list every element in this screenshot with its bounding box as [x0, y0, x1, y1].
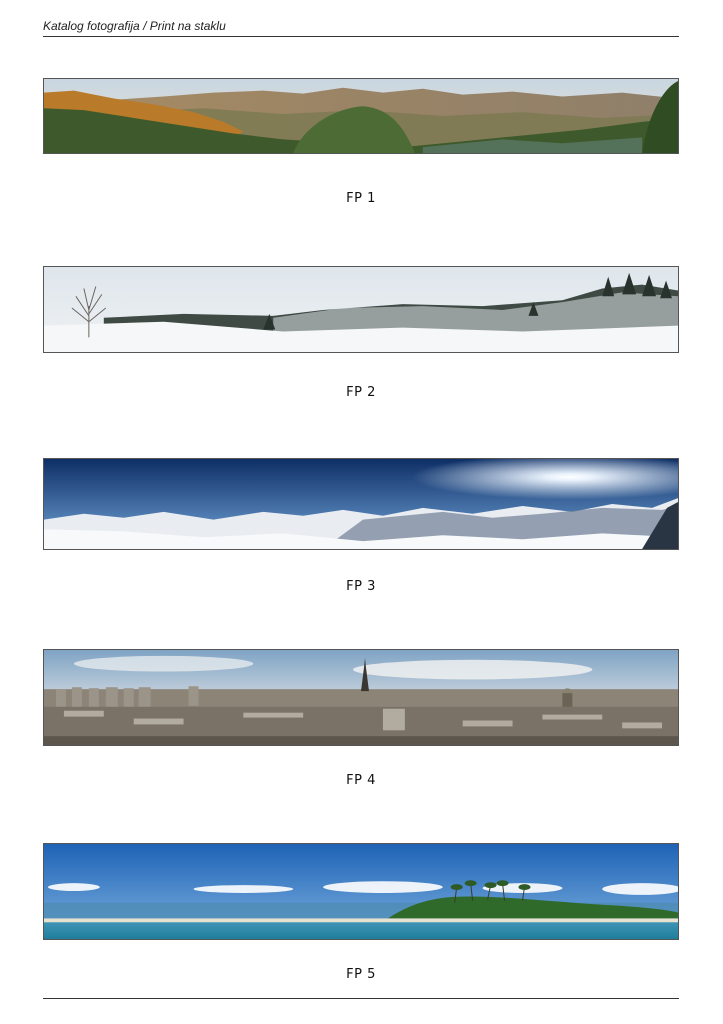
photo-fp4	[43, 649, 679, 746]
caption-fp5: FP 5	[346, 967, 376, 982]
photo-fp2	[43, 266, 679, 353]
footer-divider	[43, 998, 679, 999]
caption-fp1: FP 1	[346, 191, 376, 206]
photo-fp3	[43, 458, 679, 550]
caption-fp2: FP 2	[346, 385, 376, 400]
caption-fp3: FP 3	[346, 579, 376, 594]
caption-fp4: FP 4	[346, 773, 376, 788]
page-title: Katalog fotografija / Print na staklu	[43, 19, 226, 33]
photo-fp5	[43, 843, 679, 940]
photo-fp1	[43, 78, 679, 154]
header-divider	[43, 36, 679, 37]
